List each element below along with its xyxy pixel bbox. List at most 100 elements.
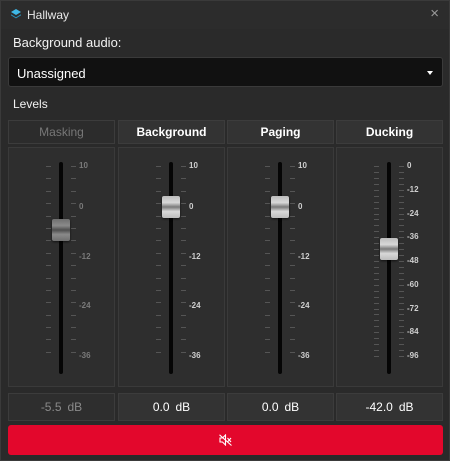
speaker-muted-icon	[219, 434, 232, 446]
scale-tick	[71, 290, 76, 291]
scale-tick	[71, 228, 76, 229]
scale-tick	[156, 315, 161, 316]
scale-tick	[399, 309, 404, 310]
scale-tick	[399, 190, 404, 191]
scale-tick	[374, 243, 379, 244]
scale-tick	[374, 196, 379, 197]
window-title: Hallway	[27, 8, 70, 22]
scale-tick	[399, 219, 404, 220]
titlebar: Hallway ×	[1, 1, 449, 29]
scale-tick	[265, 265, 270, 266]
scale-tick	[374, 166, 379, 167]
scale-tick	[181, 302, 186, 303]
fader-track[interactable]	[278, 162, 282, 374]
fader-thumb[interactable]	[162, 196, 180, 218]
scale-tick	[181, 253, 186, 254]
scale-tick	[374, 285, 379, 286]
level-readout[interactable]: -5.5 dB	[8, 393, 115, 421]
scale-tick	[265, 178, 270, 179]
scale-tick	[46, 339, 51, 340]
scale-tick	[71, 166, 76, 167]
scale-tick	[71, 178, 76, 179]
channel-header: Ducking	[336, 120, 443, 144]
fader-thumb	[52, 219, 70, 241]
scale-tick	[46, 240, 51, 241]
scale-tick	[46, 166, 51, 167]
scale-tick	[399, 273, 404, 274]
level-unit: dB	[175, 400, 191, 414]
scale-tick	[156, 166, 161, 167]
scale-tick	[71, 302, 76, 303]
scale-tick	[399, 356, 404, 357]
scale-tick	[156, 216, 161, 217]
scale-label: -60	[407, 280, 419, 289]
scale-tick	[374, 344, 379, 345]
caret-down-icon	[427, 71, 433, 75]
scale-tick	[156, 253, 161, 254]
scale-tick	[399, 267, 404, 268]
scale-tick	[265, 352, 270, 353]
scale-label: -36	[407, 232, 419, 241]
scale-label: -72	[407, 304, 419, 313]
scale-tick	[156, 352, 161, 353]
scale-tick	[156, 203, 161, 204]
scale-tick	[374, 249, 379, 250]
scale-label: -24	[298, 301, 310, 310]
scale-label: -48	[407, 256, 419, 265]
scale-tick	[399, 243, 404, 244]
fader-track[interactable]	[387, 162, 391, 374]
fader-track[interactable]	[59, 162, 63, 374]
scale-tick	[399, 237, 404, 238]
scale-tick	[374, 303, 379, 304]
level-readout[interactable]: 0.0 dB	[227, 393, 334, 421]
scale-label: 0	[407, 161, 412, 170]
fader-thumb[interactable]	[271, 196, 289, 218]
scale-label: -36	[298, 351, 310, 360]
background-audio-select[interactable]: Unassigned	[8, 57, 443, 87]
dialog-window: Hallway × Background audio: Unassigned L…	[0, 0, 450, 461]
scale-tick	[71, 191, 76, 192]
scale-tick	[71, 352, 76, 353]
scale-tick	[374, 214, 379, 215]
scale-tick	[399, 214, 404, 215]
scale-tick	[181, 178, 186, 179]
scale-tick	[156, 178, 161, 179]
fader-track[interactable]	[169, 162, 173, 374]
scale-tick	[181, 203, 186, 204]
scale-tick	[290, 290, 295, 291]
scale-tick	[265, 253, 270, 254]
scale-tick	[156, 302, 161, 303]
scale-tick	[374, 172, 379, 173]
scale-tick	[374, 255, 379, 256]
scale-tick	[374, 309, 379, 310]
fader-thumb[interactable]	[380, 238, 398, 260]
mute-button[interactable]	[8, 425, 443, 455]
level-readout[interactable]: 0.0 dB	[118, 393, 225, 421]
scale-tick	[399, 285, 404, 286]
scale-tick	[290, 253, 295, 254]
scale-tick	[290, 278, 295, 279]
scale-tick	[399, 231, 404, 232]
close-icon[interactable]: ×	[430, 5, 439, 22]
scale-tick	[71, 339, 76, 340]
scale-tick	[290, 203, 295, 204]
scale-tick	[290, 315, 295, 316]
scale-tick	[265, 203, 270, 204]
scale-tick	[374, 261, 379, 262]
scale-tick	[374, 237, 379, 238]
scale-tick	[374, 190, 379, 191]
scale-tick	[399, 297, 404, 298]
scale-tick	[46, 290, 51, 291]
scale-label: -12	[189, 252, 201, 261]
app-layers-icon	[11, 9, 21, 19]
scale-tick	[374, 356, 379, 357]
scale-tick	[71, 265, 76, 266]
level-readout[interactable]: -42.0 dB	[336, 393, 443, 421]
scale-tick	[156, 278, 161, 279]
scale-tick	[265, 166, 270, 167]
scale-tick	[399, 208, 404, 209]
scale-tick	[181, 352, 186, 353]
scale-tick	[399, 178, 404, 179]
scale-label: -96	[407, 351, 419, 360]
scale-label: -24	[79, 301, 91, 310]
